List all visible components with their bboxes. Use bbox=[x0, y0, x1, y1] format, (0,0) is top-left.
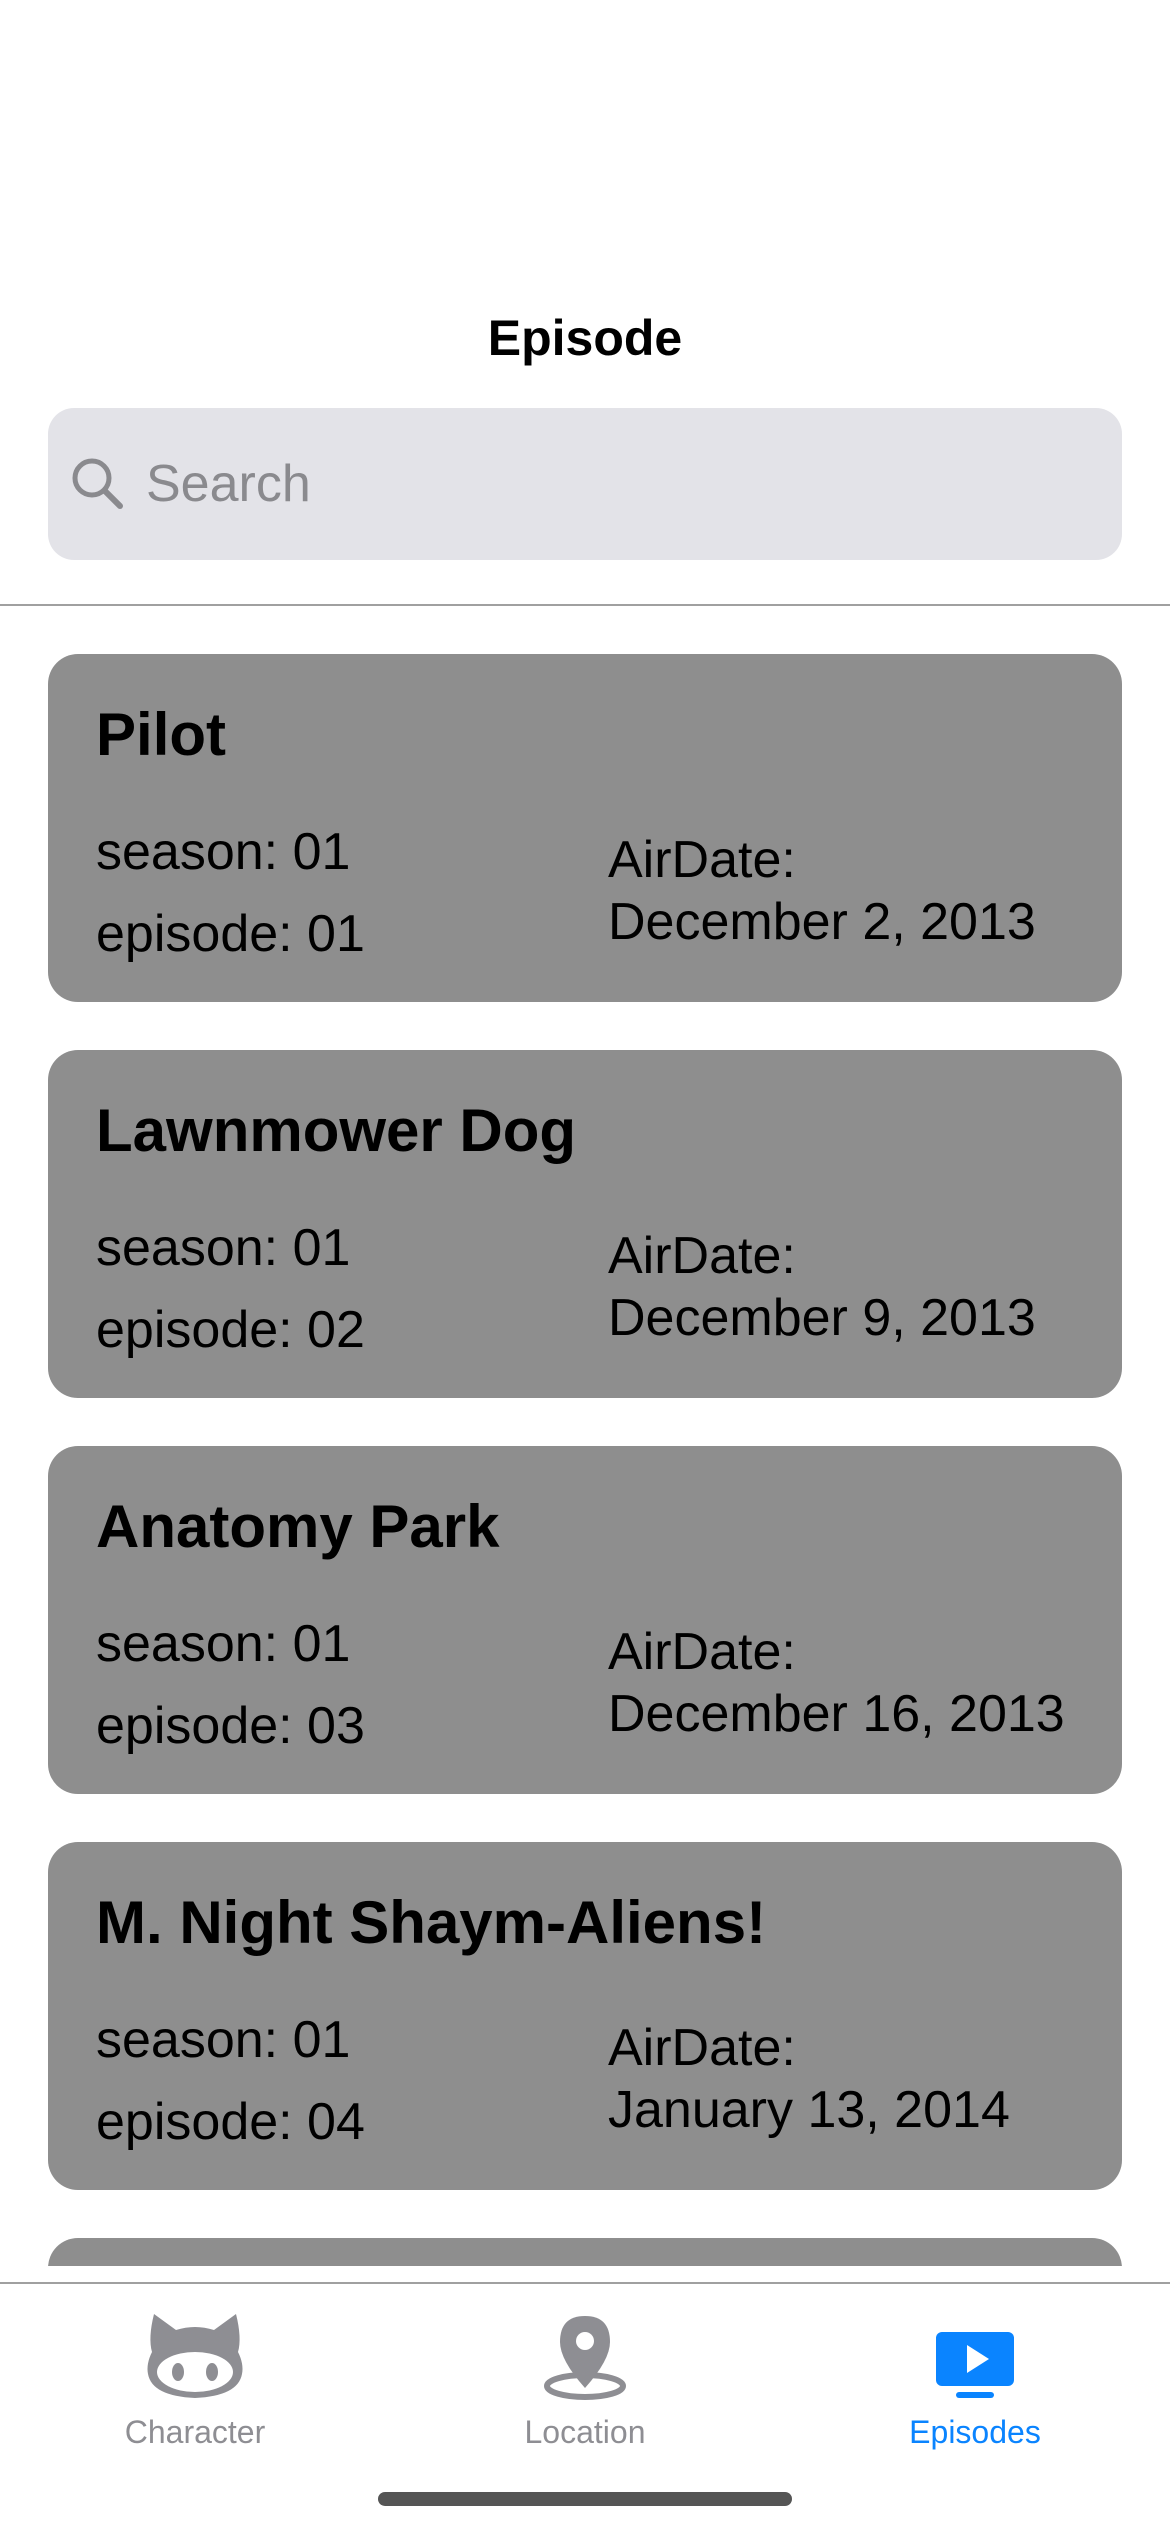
search-icon bbox=[70, 456, 126, 512]
episode-card[interactable]: M. Night Shaym-Aliens! season: 01 episod… bbox=[48, 1842, 1122, 2190]
airdate-label: AirDate: bbox=[608, 2019, 796, 2077]
search-input[interactable] bbox=[146, 454, 1046, 514]
episode-number: episode: 01 bbox=[96, 905, 365, 963]
airdate-label: AirDate: bbox=[608, 1623, 796, 1681]
episode-title: Pilot bbox=[96, 701, 226, 768]
episode-card[interactable]: Pilot season: 01 episode: 01 AirDate: De… bbox=[48, 654, 1122, 1002]
episode-number: episode: 02 bbox=[96, 1301, 365, 1359]
episode-title: Lawnmower Dog bbox=[96, 1097, 577, 1164]
airdate-label: AirDate: bbox=[608, 1227, 796, 1285]
tab-location[interactable]: Location bbox=[390, 2300, 780, 2470]
tab-label: Episodes bbox=[909, 2414, 1041, 2450]
tab-label: Location bbox=[524, 2414, 646, 2450]
search-bar[interactable] bbox=[48, 408, 1122, 560]
location-pin-icon bbox=[540, 2300, 630, 2400]
tab-character[interactable]: Character bbox=[0, 2300, 390, 2470]
episode-card[interactable]: Lawnmower Dog season: 01 episode: 02 Air… bbox=[48, 1050, 1122, 1398]
tab-episodes[interactable]: Episodes bbox=[780, 2300, 1170, 2470]
episode-list[interactable]: Pilot season: 01 episode: 01 AirDate: De… bbox=[0, 606, 1170, 2266]
episode-number: episode: 03 bbox=[96, 1697, 365, 1755]
airdate-label: AirDate: bbox=[608, 831, 796, 889]
nav-title: Episode bbox=[487, 310, 683, 366]
tab-label: Character bbox=[124, 2414, 266, 2450]
episode-season: season: 01 bbox=[96, 1615, 351, 1673]
airdate-value: December 9, 2013 bbox=[608, 1289, 1036, 1347]
episode-season: season: 01 bbox=[96, 823, 351, 881]
airdate-value: December 2, 2013 bbox=[608, 893, 1036, 951]
github-cat-icon bbox=[140, 2300, 250, 2400]
episode-number: episode: 04 bbox=[96, 2093, 365, 2151]
airdate-value: January 13, 2014 bbox=[608, 2081, 1010, 2139]
episode-title: M. Night Shaym-Aliens! bbox=[96, 1889, 767, 1956]
airdate-value: December 16, 2013 bbox=[608, 1685, 1065, 1743]
play-tv-icon bbox=[934, 2300, 1016, 2400]
home-indicator[interactable] bbox=[378, 2492, 792, 2506]
episode-card[interactable]: Anatomy Park season: 01 episode: 03 AirD… bbox=[48, 1446, 1122, 1794]
episode-season: season: 01 bbox=[96, 1219, 351, 1277]
episode-card-partial[interactable] bbox=[48, 2238, 1122, 2266]
episode-title: Anatomy Park bbox=[96, 1493, 500, 1560]
episode-season: season: 01 bbox=[96, 2011, 351, 2069]
